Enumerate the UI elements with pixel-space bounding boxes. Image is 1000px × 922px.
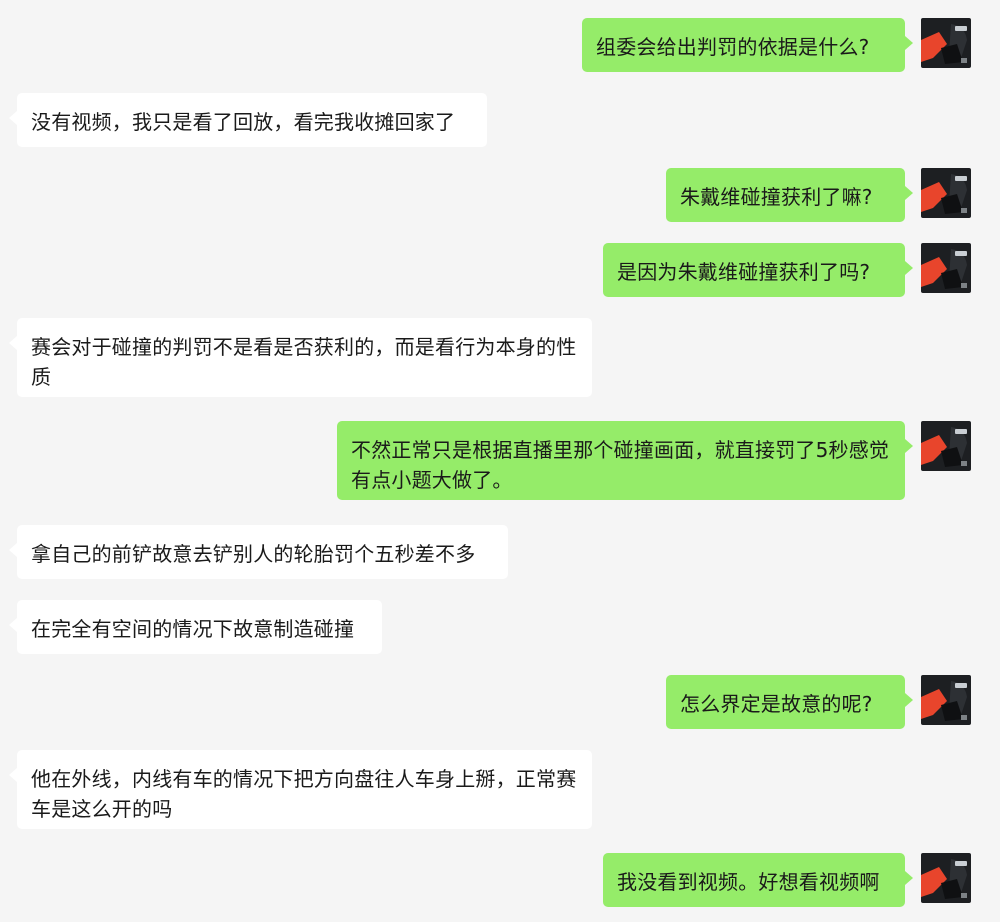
my-avatar[interactable]	[921, 675, 971, 725]
sent-message-bubble[interactable]: 是因为朱戴维碰撞获利了吗?	[603, 243, 913, 297]
my-avatar[interactable]	[921, 168, 971, 218]
my-avatar[interactable]	[921, 243, 971, 293]
sent-message-bubble[interactable]: 朱戴维碰撞获利了嘛?	[666, 168, 913, 222]
race-car-helmet-icon	[921, 243, 971, 293]
sent-message-bubble[interactable]: 不然正常只是根据直播里那个碰撞画面，就直接罚了5秒感觉有点小题大做了。	[337, 421, 913, 500]
my-avatar[interactable]	[921, 853, 971, 903]
race-car-helmet-icon	[921, 853, 971, 903]
race-car-helmet-icon	[921, 421, 971, 471]
sent-message-bubble[interactable]: 组委会给出判罚的依据是什么?	[582, 18, 913, 72]
received-message-bubble[interactable]: 赛会对于碰撞的判罚不是看是否获利的，而是看行为本身的性质	[9, 318, 592, 397]
received-message-bubble[interactable]: 拿自己的前铲故意去铲别人的轮胎罚个五秒差不多	[9, 525, 508, 579]
received-message-bubble[interactable]: 他在外线，内线有车的情况下把方向盘往人车身上掰，正常赛车是这么开的吗	[9, 750, 592, 829]
my-avatar[interactable]	[921, 18, 971, 68]
race-car-helmet-icon	[921, 168, 971, 218]
sent-message-bubble[interactable]: 我没看到视频。好想看视频啊	[603, 853, 913, 907]
my-avatar[interactable]	[921, 421, 971, 471]
chat-area[interactable]: 组委会给出判罚的依据是什么? 没有视频，我只是看了回放，看完我收摊回家了 朱戴维…	[0, 0, 1000, 922]
race-car-helmet-icon	[921, 675, 971, 725]
sent-message-bubble[interactable]: 怎么界定是故意的呢?	[666, 675, 913, 729]
race-car-helmet-icon	[921, 18, 971, 68]
received-message-bubble[interactable]: 在完全有空间的情况下故意制造碰撞	[9, 600, 382, 654]
received-message-bubble[interactable]: 没有视频，我只是看了回放，看完我收摊回家了	[9, 93, 487, 147]
